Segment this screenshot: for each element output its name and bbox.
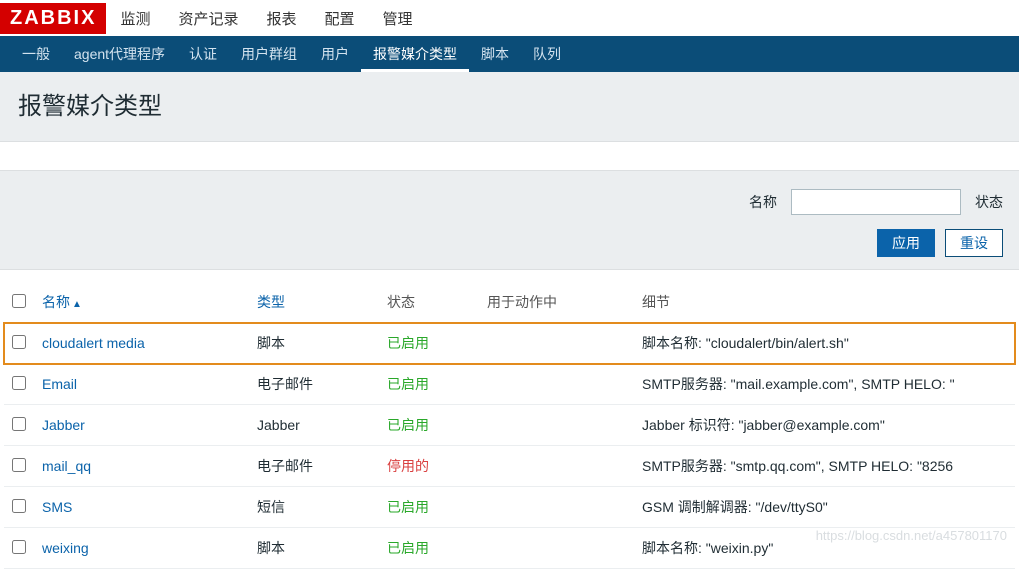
- row-checkbox[interactable]: [12, 458, 26, 472]
- row-checkbox[interactable]: [12, 335, 26, 349]
- table-row: Email 电子邮件已启用 SMTP服务器: "mail.example.com",…: [4, 364, 1015, 405]
- subnav-item-2[interactable]: 认证: [177, 36, 229, 72]
- media-type-cell: 电子邮件: [249, 446, 379, 487]
- page-title: 报警媒介类型: [18, 86, 1001, 121]
- filter-name-label: 名称: [749, 192, 777, 212]
- filter-name-input[interactable]: [791, 189, 961, 215]
- col-name-header[interactable]: 名称▲: [34, 282, 249, 323]
- media-name-link[interactable]: SMS: [42, 499, 72, 515]
- table-wrap: 名称▲ 类型 状态 用于动作中 细节 cloudalert media脚本已启用…: [0, 270, 1019, 569]
- subnav-item-1[interactable]: agent代理程序: [62, 36, 177, 72]
- status-toggle-link[interactable]: 已启用: [387, 376, 429, 392]
- media-type-cell: 脚本: [249, 323, 379, 364]
- col-usedin-header: 用于动作中: [479, 282, 634, 323]
- subnav-item-5[interactable]: 报警媒介类型: [361, 36, 469, 72]
- media-type-cell: 脚本: [249, 528, 379, 569]
- table-row: Jabber Jabber 已启用 Jabber 标识符: "jabber@examp…: [4, 405, 1015, 446]
- filter-status-label: 状态: [975, 192, 1003, 212]
- media-type-cell: 电子邮件: [249, 364, 379, 405]
- subnav-item-3[interactable]: 用户群组: [229, 36, 309, 72]
- apply-button[interactable]: 应用: [877, 229, 935, 257]
- col-type-header[interactable]: 类型: [249, 282, 379, 323]
- subnav-list: 一般agent代理程序认证用户群组用户报警媒介类型脚本队列: [10, 36, 573, 72]
- topnav-item-3[interactable]: 配置: [311, 0, 369, 37]
- filter-bar: 名称 状态 应用 重设: [0, 170, 1019, 270]
- used-in-cell: [479, 446, 634, 487]
- col-status-header: 状态: [379, 282, 479, 323]
- details-cell: 脚本名称: "cloudalert/bin/alert.sh": [634, 323, 1015, 364]
- row-checkbox[interactable]: [12, 376, 26, 390]
- status-toggle-link[interactable]: 已启用: [387, 335, 429, 351]
- used-in-cell: [479, 364, 634, 405]
- topnav-list: 监测资产记录报表配置管理: [106, 0, 426, 37]
- used-in-cell: [479, 487, 634, 528]
- status-toggle-link[interactable]: 已启用: [387, 499, 429, 515]
- media-name-link[interactable]: mail_qq: [42, 458, 91, 474]
- details-cell: 脚本名称: "weixin.py": [634, 528, 1015, 569]
- media-name-link[interactable]: Jabber: [42, 417, 85, 433]
- used-in-cell: [479, 323, 634, 364]
- details-cell: GSM 调制解调器: "/dev/ttyS0": [634, 487, 1015, 528]
- logo: ZABBIX: [0, 3, 106, 34]
- sort-asc-icon: ▲: [72, 299, 82, 310]
- topnav-item-4[interactable]: 管理: [369, 0, 427, 37]
- topnav-item-2[interactable]: 报表: [252, 0, 310, 37]
- col-details-header: 细节: [634, 282, 1015, 323]
- status-toggle-link[interactable]: 停用的: [387, 458, 429, 474]
- table-row: cloudalert media 脚本已启用 脚本名称: "cloudalert/b…: [4, 323, 1015, 364]
- media-name-link[interactable]: Email: [42, 376, 77, 392]
- subnav-item-6[interactable]: 脚本: [469, 36, 521, 72]
- table-row: weixing 脚本已启用 脚本名称: "weixin.py": [4, 528, 1015, 569]
- table-row: SMS 短信已启用 GSM 调制解调器: "/dev/ttyS0": [4, 487, 1015, 528]
- details-cell: SMTP服务器: "smtp.qq.com", SMTP HELO: "8256: [634, 446, 1015, 487]
- media-name-link[interactable]: cloudalert media: [42, 335, 145, 351]
- media-type-cell: Jabber: [249, 405, 379, 446]
- table-row: mail_qq 电子邮件停用的 SMTP服务器: "smtp.qq.com", SM…: [4, 446, 1015, 487]
- row-checkbox[interactable]: [12, 499, 26, 513]
- media-type-cell: 短信: [249, 487, 379, 528]
- status-toggle-link[interactable]: 已启用: [387, 417, 429, 433]
- used-in-cell: [479, 405, 634, 446]
- table-body: cloudalert media脚本已启用脚本名称: "cloudalert/b…: [4, 323, 1015, 569]
- page-title-bar: 报警媒介类型: [0, 72, 1019, 142]
- row-checkbox[interactable]: [12, 417, 26, 431]
- subnav-item-4[interactable]: 用户: [309, 36, 361, 72]
- subnav-item-0[interactable]: 一般: [10, 36, 62, 72]
- row-checkbox[interactable]: [12, 540, 26, 554]
- details-cell: SMTP服务器: "mail.example.com", SMTP HELO: …: [634, 364, 1015, 405]
- reset-button[interactable]: 重设: [945, 229, 1003, 257]
- details-cell: Jabber 标识符: "jabber@example.com": [634, 405, 1015, 446]
- select-all-checkbox[interactable]: [12, 294, 26, 308]
- top-nav: ZABBIX 监测资产记录报表配置管理: [0, 0, 1019, 36]
- status-toggle-link[interactable]: 已启用: [387, 540, 429, 556]
- topnav-item-0[interactable]: 监测: [106, 0, 164, 37]
- subnav-item-7[interactable]: 队列: [521, 36, 573, 72]
- used-in-cell: [479, 528, 634, 569]
- sub-nav: 一般agent代理程序认证用户群组用户报警媒介类型脚本队列: [0, 36, 1019, 72]
- topnav-item-1[interactable]: 资产记录: [164, 0, 252, 37]
- media-types-table: 名称▲ 类型 状态 用于动作中 细节 cloudalert media脚本已启用…: [4, 282, 1015, 569]
- media-name-link[interactable]: weixing: [42, 540, 89, 556]
